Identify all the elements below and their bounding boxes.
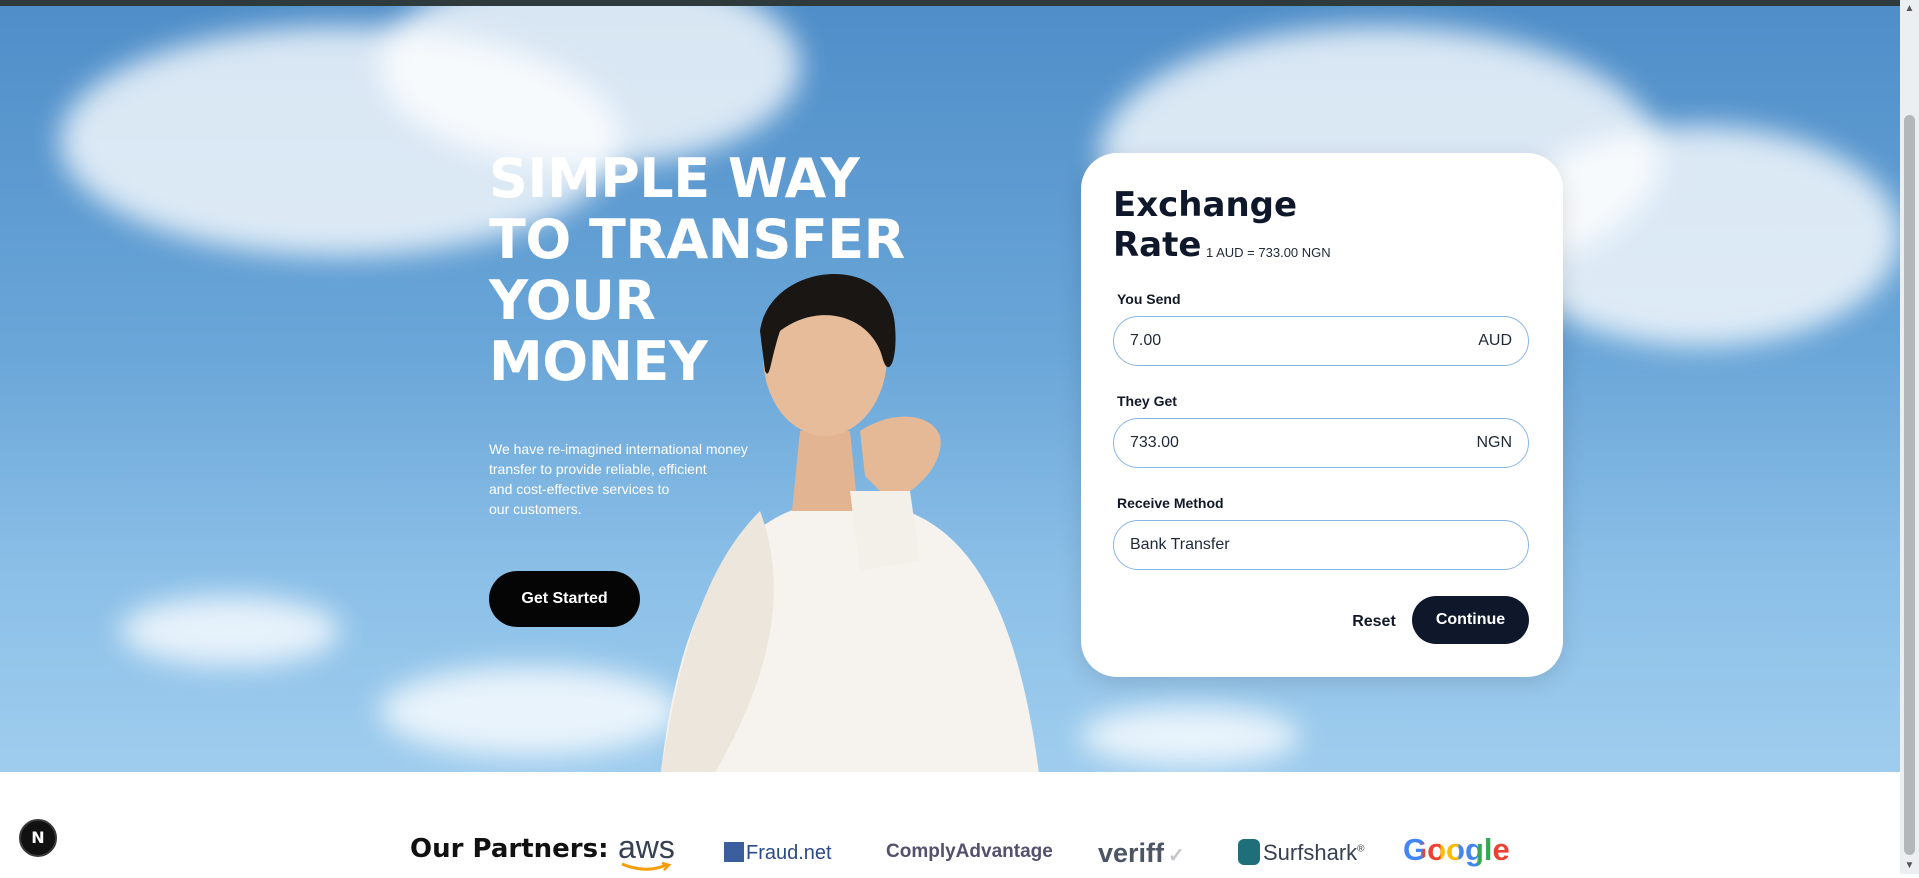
- google-logo-text: Google: [1403, 832, 1510, 867]
- title-line: Exchange: [1113, 185, 1298, 225]
- comply-advantage-logo: ComplyAdvantage: [886, 841, 1053, 862]
- they-get-field: NGN: [1113, 418, 1529, 468]
- you-send-field: AUD: [1113, 316, 1529, 366]
- surfshark-logo-text: Surfshark: [1263, 840, 1358, 865]
- scroll-up-arrow-icon[interactable]: ▲: [1900, 0, 1919, 17]
- aws-logo-text: aws: [618, 829, 675, 865]
- description-line: We have re-imagined international money: [489, 441, 748, 457]
- they-get-label: They Get: [1117, 393, 1177, 409]
- hero-headline: SIMPLE WAY TO TRANSFER YOUR MONEY: [489, 148, 909, 392]
- description-line: transfer to provide reliable, efficient: [489, 461, 707, 477]
- scroll-down-arrow-icon[interactable]: ▼: [1900, 857, 1919, 874]
- headline-line: MONEY: [489, 330, 708, 393]
- fraud-net-logo: Fraud.net: [724, 842, 832, 878]
- surfshark-logo: Surfshark®: [1238, 839, 1365, 875]
- scrollbar-thumb[interactable]: [1904, 115, 1915, 855]
- veriff-logo: veriff ✓: [1098, 838, 1185, 874]
- hero-section: SIMPLE WAY TO TRANSFER YOUR MONEY We hav…: [0, 6, 1900, 772]
- reset-button[interactable]: Reset: [1344, 598, 1404, 646]
- fraud-net-mark-icon: [724, 842, 744, 862]
- next-dev-badge[interactable]: N: [19, 819, 57, 857]
- send-currency-code: AUD: [1478, 332, 1512, 349]
- receive-method-select[interactable]: Bank Transfer: [1113, 520, 1529, 570]
- you-send-label: You Send: [1117, 291, 1181, 307]
- fraud-net-logo-text: Fraud.net: [746, 842, 832, 864]
- headline-line: SIMPLE WAY: [489, 147, 860, 210]
- hero-text-block: SIMPLE WAY TO TRANSFER YOUR MONEY: [489, 148, 909, 392]
- page-scrollbar[interactable]: ▲ ▼: [1900, 0, 1919, 874]
- cloud-decoration: [1080, 706, 1300, 766]
- veriff-logo-text: veriff: [1098, 838, 1165, 868]
- get-currency-code: NGN: [1476, 434, 1512, 451]
- continue-button[interactable]: Continue: [1412, 596, 1529, 644]
- you-send-input[interactable]: [1130, 317, 1430, 365]
- veriff-leaf-icon: ✓: [1168, 845, 1185, 867]
- partners-title: Our Partners:: [410, 834, 609, 864]
- aws-logo: aws: [618, 831, 675, 871]
- surfshark-mark-icon: [1238, 839, 1260, 865]
- hero-description: We have re-imagined international money …: [489, 439, 789, 519]
- description-line: our customers.: [489, 501, 582, 517]
- headline-line: TO TRANSFER: [489, 208, 905, 271]
- headline-line: YOUR: [489, 269, 656, 332]
- exchange-rate-card: Exchange Rate 1 AUD = 733.00 NGN You Sen…: [1081, 153, 1563, 677]
- receive-method-value: Bank Transfer: [1130, 536, 1230, 553]
- exchange-rate-text: 1 AUD = 733.00 NGN: [1206, 245, 1331, 260]
- they-get-input[interactable]: [1130, 419, 1430, 467]
- aws-smile-icon: [621, 862, 672, 871]
- get-started-button[interactable]: Get Started: [489, 571, 640, 627]
- description-line: and cost-effective services to: [489, 481, 670, 497]
- cloud-decoration: [120, 596, 340, 666]
- google-logo: Google: [1403, 832, 1510, 868]
- receive-method-label: Receive Method: [1117, 495, 1224, 511]
